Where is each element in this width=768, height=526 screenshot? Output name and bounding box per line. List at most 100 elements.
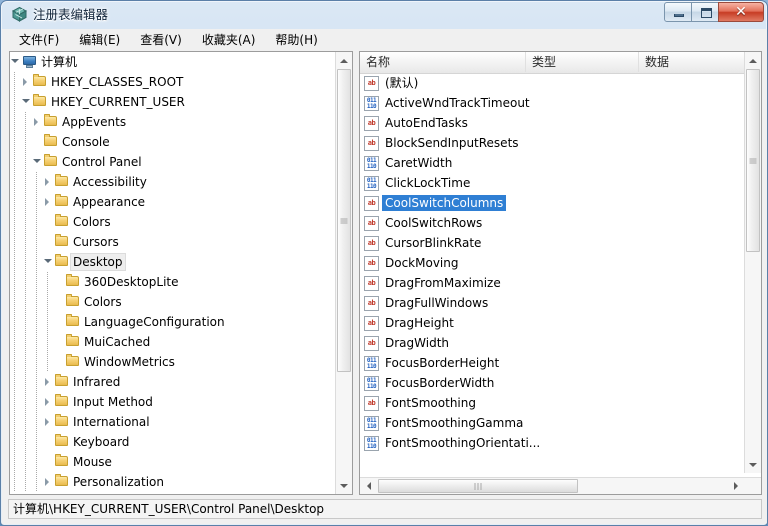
table-row[interactable]: abCoolSwitchRowsREG_SZ3 — [360, 213, 761, 233]
column-header-type[interactable]: 类型 — [526, 52, 639, 72]
tree-indent — [21, 312, 32, 332]
menu-help[interactable]: 帮助(H) — [266, 30, 326, 50]
tree-scroll-thumb[interactable] — [337, 69, 351, 372]
registry-values-list[interactable]: ab(默认)REG_SZ(数值未设置)011110ActiveWndTrackT… — [360, 73, 761, 473]
tree-expander[interactable] — [43, 172, 54, 192]
tree-expander[interactable] — [43, 252, 54, 272]
list-vertical-scrollbar[interactable] — [744, 52, 761, 473]
dword-value-icon: 011110 — [364, 156, 379, 171]
triangle-right-icon — [45, 478, 49, 486]
tree-indent — [21, 352, 32, 372]
list-scroll-right-button[interactable] — [727, 478, 744, 494]
list-hscroll-thumb[interactable] — [378, 479, 578, 493]
triangle-down-icon — [44, 259, 52, 263]
value-name: FontSmoothingOrientati... — [382, 435, 543, 451]
tree-node[interactable]: Desktop — [10, 252, 334, 272]
tree-node[interactable]: Mouse — [10, 452, 334, 472]
table-row[interactable]: 011110FontSmoothingGammaREG_DWORD0x00000… — [360, 413, 761, 433]
table-row[interactable]: 011110CaretWidthREG_DWORD0x00000001 (1 — [360, 153, 761, 173]
table-row[interactable]: 011110ActiveWndTrackTimeoutREG_DWORD0x00… — [360, 93, 761, 113]
list-scroll-left-button[interactable] — [360, 478, 377, 494]
table-row[interactable]: 011110FocusBorderWidthREG_DWORD0x0000000… — [360, 373, 761, 393]
close-button[interactable]: ✕ — [718, 2, 764, 22]
tree-node[interactable]: Input Method — [10, 392, 334, 412]
menu-view[interactable]: 查看(V) — [131, 30, 191, 50]
folder-icon — [54, 372, 70, 392]
tree-node-label: Mouse — [70, 453, 115, 471]
tree-expander[interactable] — [43, 472, 54, 492]
tree-expander[interactable] — [21, 72, 32, 92]
value-name-cell: abCursorBlinkRate — [364, 233, 484, 253]
table-row[interactable]: abCoolSwitchColumnsREG_SZ7 — [360, 193, 761, 213]
list-scroll-thumb[interactable] — [746, 69, 760, 252]
tree-scroll-up-button[interactable] — [336, 52, 352, 69]
chevron-right-icon — [734, 482, 738, 490]
table-row[interactable]: ab(默认)REG_SZ(数值未设置) — [360, 73, 761, 93]
tree-expander[interactable] — [32, 152, 43, 172]
value-name: DockMoving — [382, 255, 461, 271]
table-row[interactable]: abDragWidthREG_SZ4 — [360, 333, 761, 353]
tree-indent — [43, 312, 54, 332]
tree-node[interactable]: Console — [10, 132, 334, 152]
chevron-up-icon — [749, 59, 757, 63]
tree-indent — [10, 472, 21, 492]
tree-node[interactable]: 计算机 — [10, 52, 334, 72]
tree-expander[interactable] — [43, 412, 54, 432]
tree-node-label: Cursors — [70, 233, 122, 251]
tree-node[interactable]: WindowMetrics — [10, 352, 334, 372]
menu-file[interactable]: 文件(F) — [10, 30, 68, 50]
tree-indent — [32, 412, 43, 432]
table-row[interactable]: abFontSmoothingREG_SZ2 — [360, 393, 761, 413]
maximize-button[interactable] — [691, 2, 719, 22]
tree-node[interactable]: AppEvents — [10, 112, 334, 132]
tree-expander[interactable] — [43, 372, 54, 392]
table-row[interactable]: 011110FocusBorderHeightREG_DWORD0x000000… — [360, 353, 761, 373]
tree-expander[interactable] — [43, 192, 54, 212]
table-row[interactable]: abDragFullWindowsREG_SZ1 — [360, 293, 761, 313]
table-row[interactable]: abAutoEndTasksREG_SZ1 — [360, 113, 761, 133]
tree-node[interactable]: LanguageConfiguration — [10, 312, 334, 332]
menu-edit[interactable]: 编辑(E) — [70, 30, 129, 50]
title-bar[interactable]: 注册表编辑器 ✕ — [1, 1, 768, 28]
table-row[interactable]: abBlockSendInputResetsREG_SZ0 — [360, 133, 761, 153]
tree-node[interactable]: Keyboard — [10, 432, 334, 452]
column-header-name[interactable]: 名称 — [360, 52, 526, 72]
tree-expander[interactable] — [32, 112, 43, 132]
tree-node[interactable]: Personalization — [10, 472, 334, 492]
column-header-data[interactable]: 数据 — [639, 52, 761, 72]
tree-scroll-down-button[interactable] — [336, 477, 352, 494]
tree-vertical-scrollbar[interactable] — [335, 52, 352, 494]
registry-tree[interactable]: 计算机HKEY_CLASSES_ROOTHKEY_CURRENT_USERApp… — [10, 52, 334, 494]
tree-expander[interactable] — [21, 92, 32, 112]
tree-node[interactable]: MuiCached — [10, 332, 334, 352]
menu-favorites[interactable]: 收藏夹(A) — [193, 30, 265, 50]
tree-expander[interactable] — [10, 52, 21, 72]
tree-expander[interactable] — [43, 392, 54, 412]
tree-node[interactable]: Infrared — [10, 372, 334, 392]
tree-node[interactable]: Appearance — [10, 192, 334, 212]
regedit-window: 注册表编辑器 ✕ 文件(F) 编辑(E) 查看(V) 收藏夹(A) 帮助(H) … — [0, 0, 768, 526]
tree-node[interactable]: HKEY_CLASSES_ROOT — [10, 72, 334, 92]
table-row[interactable]: 011110FontSmoothingOrientati...REG_DWORD… — [360, 433, 761, 453]
list-scroll-down-button[interactable] — [745, 456, 761, 473]
list-scroll-up-button[interactable] — [745, 52, 761, 69]
tree-node[interactable]: Colors — [10, 212, 334, 232]
list-horizontal-scrollbar[interactable] — [360, 477, 761, 494]
table-row[interactable]: abDragFromMaximizeREG_SZ1 — [360, 273, 761, 293]
tree-node[interactable]: 360DesktopLite — [10, 272, 334, 292]
value-name-cell: abDragWidth — [364, 333, 452, 353]
value-name: CursorBlinkRate — [382, 235, 484, 251]
minimize-button[interactable] — [664, 2, 692, 22]
value-name: DragFullWindows — [382, 295, 491, 311]
tree-node[interactable]: Control Panel — [10, 152, 334, 172]
tree-node[interactable]: HKEY_CURRENT_USER — [10, 92, 334, 112]
table-row[interactable]: 011110ClickLockTimeREG_DWORD0x000004b0 (… — [360, 173, 761, 193]
status-bar: 计算机\HKEY_CURRENT_USER\Control Panel\Desk… — [2, 496, 768, 524]
table-row[interactable]: abDockMovingREG_SZ1 — [360, 253, 761, 273]
tree-node[interactable]: Accessibility — [10, 172, 334, 192]
table-row[interactable]: abCursorBlinkRateREG_SZ530 — [360, 233, 761, 253]
tree-node[interactable]: Colors — [10, 292, 334, 312]
tree-node[interactable]: International — [10, 412, 334, 432]
table-row[interactable]: abDragHeightREG_SZ4 — [360, 313, 761, 333]
tree-node[interactable]: Cursors — [10, 232, 334, 252]
